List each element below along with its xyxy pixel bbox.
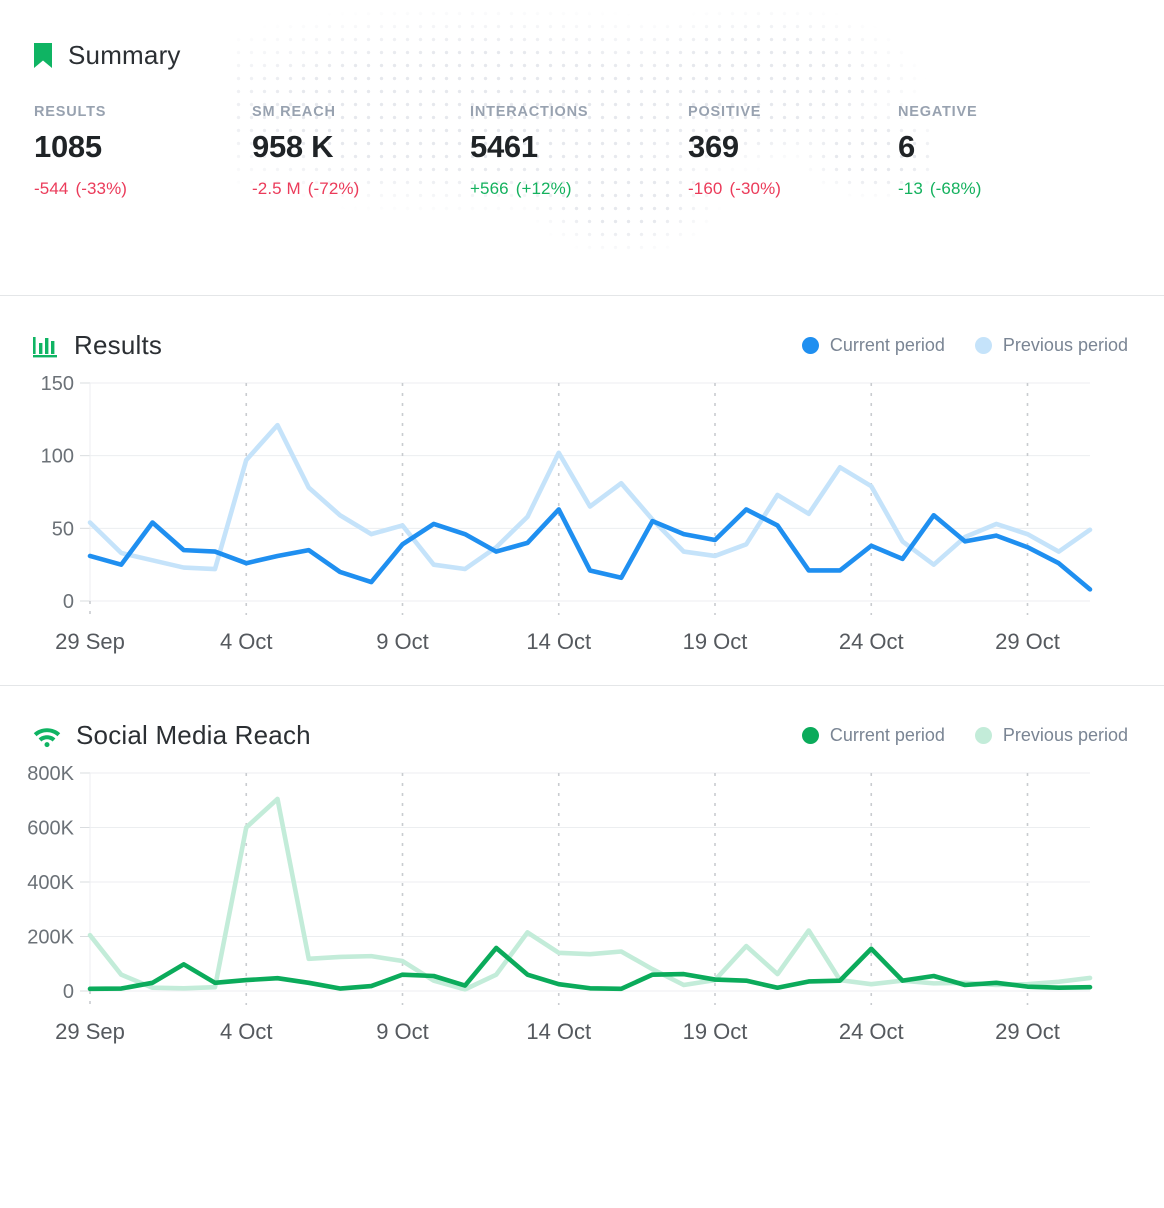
svg-text:19 Oct: 19 Oct: [683, 629, 748, 654]
legend-dot-current: [801, 727, 819, 744]
kpi-label: INTERACTIONS: [470, 104, 589, 120]
legend-label: Current period: [829, 725, 945, 745]
kpi-delta-abs: -544: [34, 179, 69, 198]
kpi-value: 5461: [470, 129, 538, 164]
results-chart-card: Results Current period Previous period 0…: [0, 296, 1164, 686]
svg-text:0: 0: [63, 981, 74, 1003]
results-legend: Current period Previous period: [801, 335, 1128, 356]
kpi-value: 6: [898, 129, 915, 164]
svg-text:200K: 200K: [27, 927, 74, 949]
results-plot[interactable]: 0 50 100 150 29 Sep 4 Oct 9 Oct 14 Oct 19 Oct 24 …: [0, 361, 1164, 685]
legend-dot-current: [801, 337, 819, 354]
legend-item-current[interactable]: Current period: [801, 725, 945, 746]
svg-text:24 Oct: 24 Oct: [839, 1019, 904, 1044]
kpi-negative: NEGATIVE 6 -13 (-68%): [898, 104, 1116, 199]
kpi-delta: -160 (-30%): [688, 179, 898, 199]
legend-item-previous[interactable]: Previous period: [974, 335, 1128, 356]
svg-text:9 Oct: 9 Oct: [376, 1019, 429, 1044]
reach-plot[interactable]: 0 200K 400K 600K 800K 29 Sep 4 Oct 9 Oct 14 Oct 1…: [0, 751, 1164, 1075]
legend-label: Previous period: [1002, 725, 1128, 745]
kpi-label: POSITIVE: [688, 104, 762, 120]
kpi-delta: -544 (-33%): [34, 179, 252, 199]
kpi-delta: +566 (+12%): [470, 179, 688, 199]
reach-legend: Current period Previous period: [801, 725, 1128, 746]
kpi-value: 1085: [34, 129, 102, 164]
results-chart-title: Results: [74, 330, 163, 360]
results-chart-header: Results Current period Previous period: [0, 296, 1164, 361]
summary-section: Summary RESULTS 1085 -544 (-33%) SM REACH…: [0, 0, 1164, 296]
legend-label: Previous period: [1002, 335, 1128, 355]
svg-text:600K: 600K: [27, 818, 74, 840]
svg-text:4 Oct: 4 Oct: [220, 1019, 273, 1044]
svg-text:14 Oct: 14 Oct: [526, 1019, 591, 1044]
kpi-label: NEGATIVE: [898, 104, 978, 120]
svg-text:29 Sep: 29 Sep: [55, 1019, 125, 1044]
kpi-delta-abs: -13: [898, 179, 923, 198]
legend-dot-previous: [974, 727, 992, 744]
legend-dot-previous: [974, 337, 992, 354]
bar-chart-icon: [32, 333, 60, 359]
svg-text:9 Oct: 9 Oct: [376, 629, 429, 654]
svg-text:29 Oct: 29 Oct: [995, 1019, 1060, 1044]
reach-chart-title: Social Media Reach: [76, 720, 311, 750]
kpi-row: RESULTS 1085 -544 (-33%) SM REACH 958 K -…: [0, 71, 1164, 199]
svg-text:400K: 400K: [27, 872, 74, 894]
kpi-sm-reach: SM REACH 958 K -2.5 M (-72%): [252, 104, 470, 199]
kpi-label: SM REACH: [252, 104, 336, 120]
svg-text:100: 100: [41, 446, 74, 468]
svg-text:4 Oct: 4 Oct: [220, 629, 273, 654]
kpi-delta: -13 (-68%): [898, 179, 1116, 199]
kpi-delta: -2.5 M (-72%): [252, 179, 470, 199]
bookmark-icon: [32, 42, 54, 70]
svg-text:50: 50: [52, 518, 74, 540]
wifi-icon: [32, 724, 62, 748]
summary-title: Summary: [68, 40, 181, 70]
kpi-delta-abs: +566: [470, 179, 509, 198]
kpi-value: 369: [688, 129, 739, 164]
svg-text:24 Oct: 24 Oct: [839, 629, 904, 654]
svg-text:150: 150: [41, 373, 74, 395]
report-page: Summary RESULTS 1085 -544 (-33%) SM REACH…: [0, 0, 1164, 1208]
legend-item-previous[interactable]: Previous period: [974, 725, 1128, 746]
svg-text:0: 0: [63, 591, 74, 613]
legend-label: Current period: [829, 335, 945, 355]
svg-text:800K: 800K: [27, 763, 74, 785]
legend-item-current[interactable]: Current period: [801, 335, 945, 356]
kpi-label: RESULTS: [34, 104, 107, 120]
kpi-delta-pct: (+12%): [515, 179, 572, 198]
kpi-interactions: INTERACTIONS 5461 +566 (+12%): [470, 104, 688, 199]
reach-chart-header: Social Media Reach Current period Previo…: [0, 686, 1164, 751]
reach-chart-card: Social Media Reach Current period Previo…: [0, 686, 1164, 1075]
kpi-delta-pct: (-72%): [307, 179, 360, 198]
svg-text:19 Oct: 19 Oct: [683, 1019, 748, 1044]
kpi-delta-abs: -160: [688, 179, 723, 198]
svg-text:29 Oct: 29 Oct: [995, 629, 1060, 654]
svg-text:14 Oct: 14 Oct: [526, 629, 591, 654]
kpi-results: RESULTS 1085 -544 (-33%): [34, 104, 252, 199]
kpi-delta-pct: (-68%): [929, 179, 982, 198]
kpi-delta-pct: (-33%): [75, 179, 128, 198]
summary-header: Summary: [0, 0, 1164, 71]
kpi-delta-abs: -2.5 M: [252, 179, 301, 198]
kpi-positive: POSITIVE 369 -160 (-30%): [688, 104, 898, 199]
svg-text:29 Sep: 29 Sep: [55, 629, 125, 654]
kpi-value: 958 K: [252, 129, 334, 164]
kpi-delta-pct: (-30%): [729, 179, 782, 198]
